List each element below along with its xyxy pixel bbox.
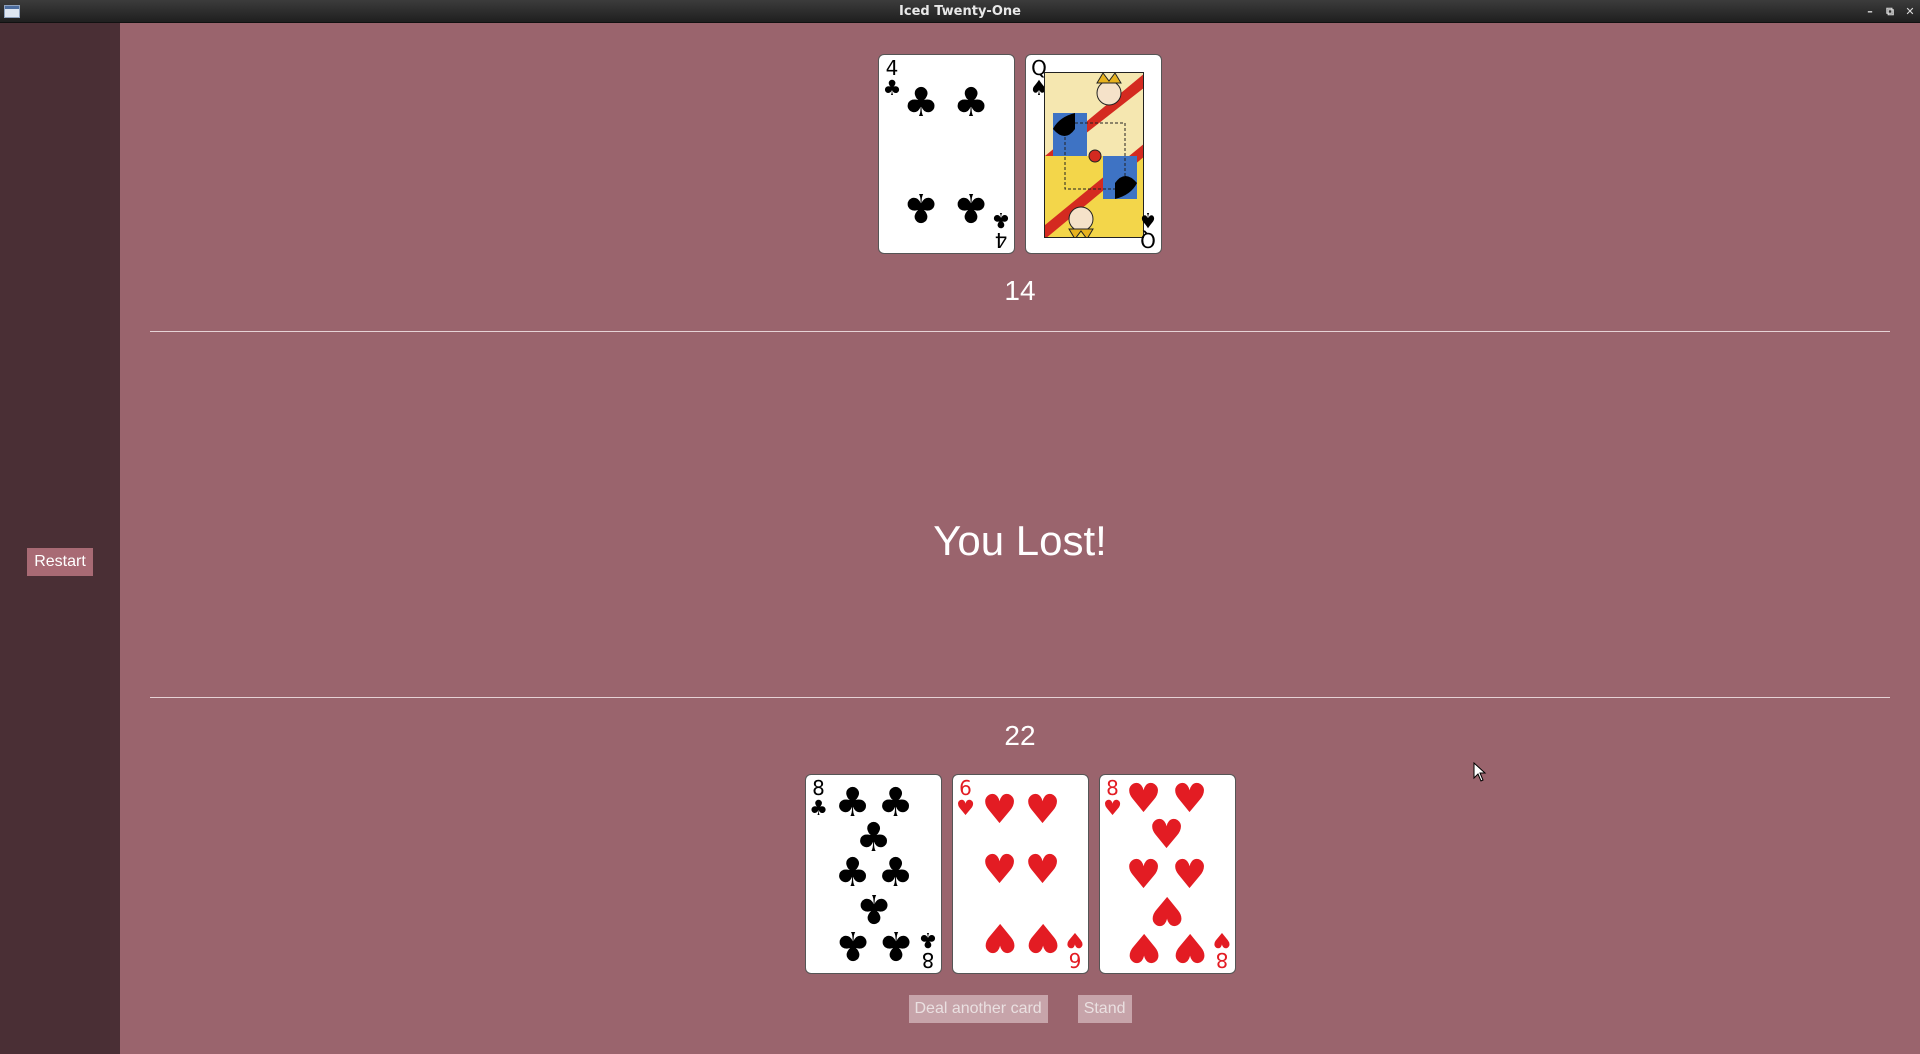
heart-pip-icon: ♥: [1171, 924, 1208, 970]
card-corner: 4 ♣: [991, 208, 1011, 252]
club-pip-icon: ♣: [877, 922, 914, 968]
heart-pip-icon: ♥: [1024, 787, 1061, 833]
club-pip-icon: ♣: [903, 80, 939, 126]
player-score: 22: [1004, 720, 1036, 751]
app-window-icon: [4, 5, 20, 18]
divider: [150, 331, 1890, 332]
card-corner: 6 ♥: [956, 776, 975, 820]
heart-pip-icon: ♥: [1125, 924, 1162, 970]
card-player-6-hearts: 6 ♥ ♥ ♥ ♥ ♥ ♥ ♥ 6 ♥: [951, 774, 1089, 974]
heart-pip-icon: ♥: [1148, 812, 1185, 858]
mouse-cursor-icon: [1473, 762, 1487, 782]
dealer-score: 14: [1004, 275, 1036, 306]
card-corner: 4 ♣: [882, 56, 902, 100]
restart-button[interactable]: Restart: [27, 548, 93, 576]
window-title: Iced Twenty-One: [899, 4, 1021, 19]
game-result-message: You Lost!: [933, 517, 1107, 564]
club-pip-icon: ♣: [834, 922, 871, 968]
window-controls: – ⧉ ✕: [1864, 0, 1916, 23]
stand-button[interactable]: Stand: [1077, 995, 1132, 1023]
card-dealer-4-clubs: 4 ♣ ♣ ♣ ♣ ♣ 4 ♣: [878, 54, 1015, 254]
heart-pip-icon: ♥: [981, 787, 1018, 833]
action-bar: Deal another card Stand: [120, 995, 1920, 1023]
player-hand: 8♣ ♣ ♣ ♣ ♣ ♣ ♣ ♣ ♣ 8♣ 6♥ ♥ ♥ ♥ ♥ ♥ ♥: [120, 774, 1920, 974]
card-corner: 8 ♣: [809, 776, 828, 820]
close-icon[interactable]: ✕: [1904, 0, 1916, 23]
dealer-hand: 4 ♣ ♣ ♣ ♣ ♣ 4 ♣ Q ♠ Q ♠: [120, 54, 1920, 254]
club-pip-icon: ♣: [953, 184, 989, 230]
card-corner: 6 ♥: [1065, 928, 1084, 972]
heart-pip-icon: ♥: [1024, 847, 1061, 893]
card-corner: Q ♠: [1138, 208, 1158, 252]
heart-pip-icon: ♥: [981, 914, 1018, 960]
game-table: 4 ♣ ♣ ♣ ♣ ♣ 4 ♣ Q ♠ Q ♠ 14 You Lost! 22 …: [120, 23, 1920, 1054]
heart-pip-icon: ♥: [981, 847, 1018, 893]
club-pip-icon: ♣: [903, 184, 939, 230]
card-corner: 8 ♥: [1103, 776, 1122, 820]
card-player-8-hearts: 8 ♥ ♥ ♥ ♥ ♥ ♥ ♥ ♥ ♥ 8 ♥: [1098, 774, 1236, 974]
card-corner: 8 ♣: [918, 928, 937, 972]
deal-another-card-button[interactable]: Deal another card: [908, 995, 1048, 1023]
card-corner: 8 ♥: [1212, 928, 1231, 972]
sidebar: Restart: [0, 23, 120, 1054]
card-dealer-queen-spades: Q ♠ Q ♠: [1025, 54, 1162, 254]
window-titlebar: Iced Twenty-One – ⧉ ✕: [0, 0, 1920, 23]
minimize-icon[interactable]: –: [1864, 0, 1876, 23]
maximize-icon[interactable]: ⧉: [1884, 0, 1896, 23]
divider: [150, 697, 1890, 698]
card-player-8-clubs: 8 ♣ ♣ ♣ ♣ ♣ ♣ ♣ ♣ ♣ 8 ♣: [804, 774, 942, 974]
queen-face-artwork: [1044, 72, 1144, 238]
club-pip-icon: ♣: [953, 80, 989, 126]
heart-pip-icon: ♥: [1024, 914, 1061, 960]
